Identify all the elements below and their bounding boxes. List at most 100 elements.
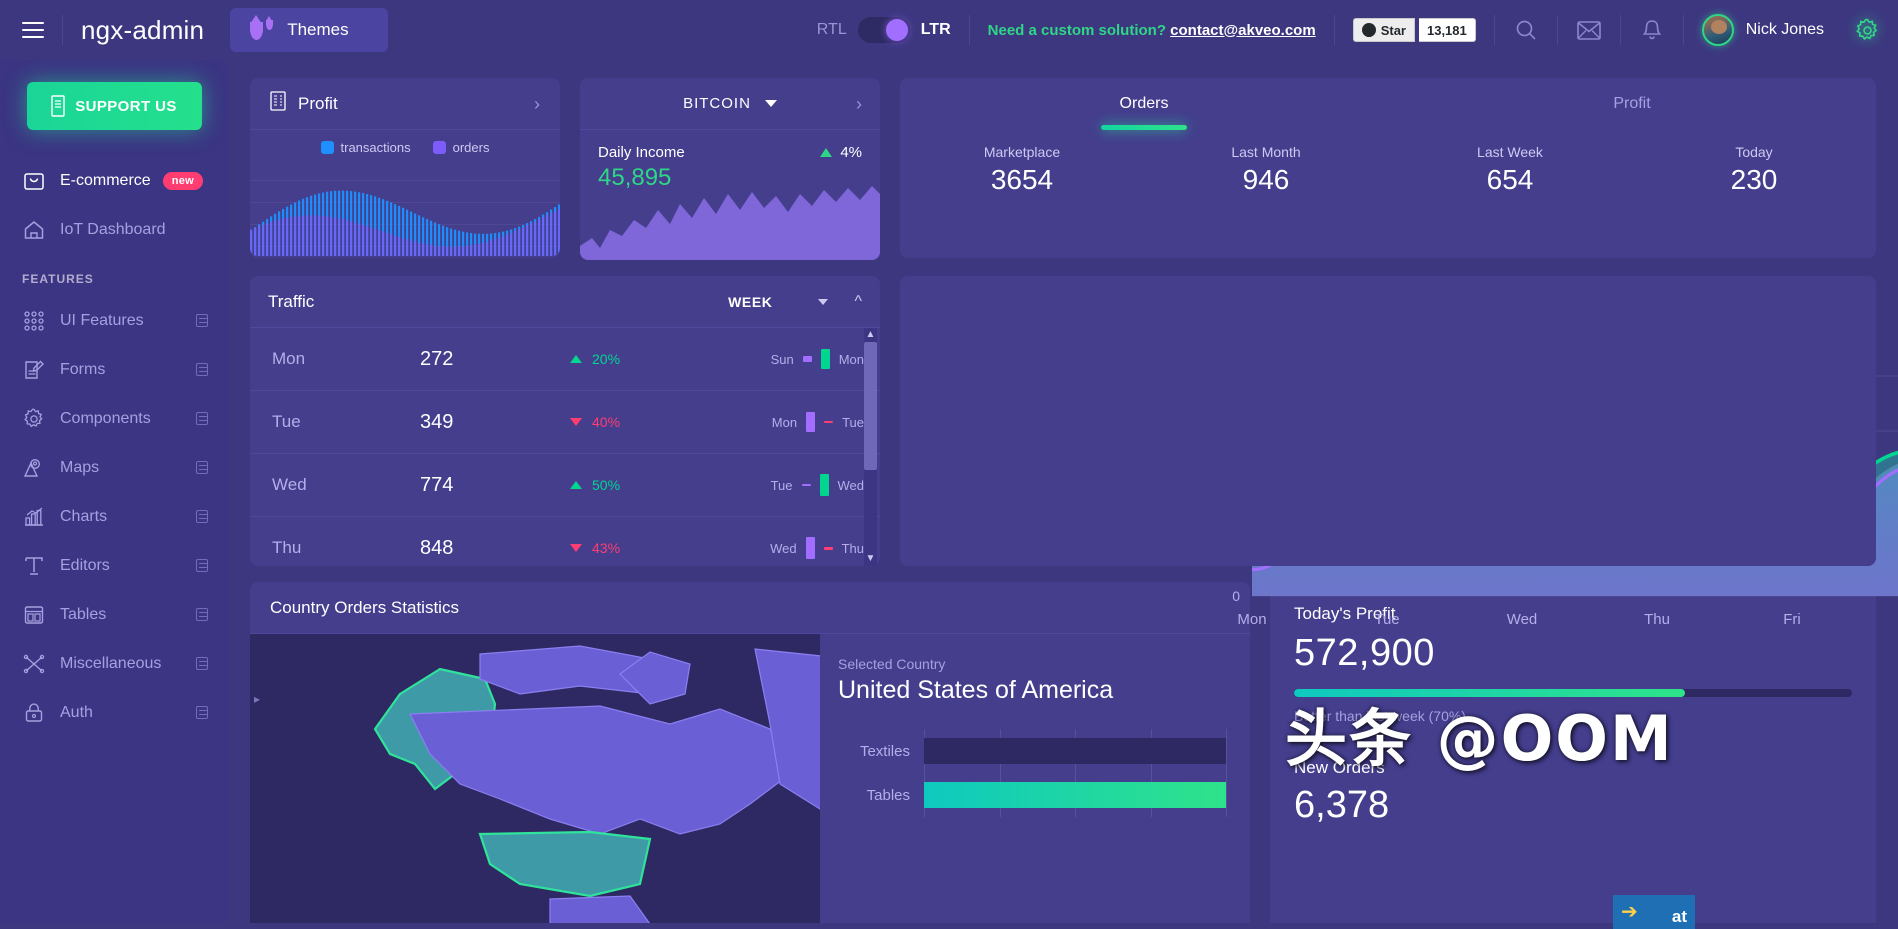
sidebar-item-ui-features[interactable]: UI Features bbox=[0, 296, 228, 345]
top-cards-row: Profit › transactions orders BITCOIN › D… bbox=[250, 78, 1876, 260]
traffic-mini-chart: Tue Wed bbox=[771, 474, 864, 496]
mail-icon[interactable] bbox=[1576, 17, 1602, 43]
progress-fill bbox=[1294, 689, 1685, 697]
expand-icon[interactable] bbox=[196, 657, 208, 670]
expand-icon[interactable] bbox=[196, 314, 208, 327]
header-divider-2 bbox=[968, 15, 970, 45]
bitcoin-delta: 4% bbox=[820, 144, 862, 161]
bar-row-textiles: Textiles bbox=[838, 729, 1226, 773]
progress-label: Better than last week (70%) bbox=[1294, 708, 1466, 724]
traffic-value: 272 bbox=[420, 347, 454, 370]
sidebar-item-e-commerce[interactable]: E-commerce new bbox=[0, 156, 228, 205]
search-icon[interactable] bbox=[1513, 17, 1539, 43]
header-divider-4 bbox=[1493, 15, 1495, 45]
legend-label: orders bbox=[452, 139, 490, 155]
expand-icon[interactable] bbox=[196, 608, 208, 621]
sidebar-item-label: Charts bbox=[60, 507, 108, 525]
bar-label: Textiles bbox=[859, 742, 910, 760]
map-pin-icon bbox=[22, 456, 46, 480]
user-name[interactable]: Nick Jones bbox=[1746, 21, 1824, 39]
orders-card: Orders Profit Marketplace 3654 Last Mont… bbox=[900, 78, 1876, 258]
chevron-right-icon[interactable]: › bbox=[534, 95, 540, 113]
tab-profit[interactable]: Profit bbox=[1388, 78, 1876, 130]
traffic-delta: 43% bbox=[570, 540, 720, 556]
traffic-value: 349 bbox=[420, 410, 454, 433]
sidebar-item-charts[interactable]: Charts bbox=[0, 492, 228, 541]
github-star-button[interactable]: Star bbox=[1352, 18, 1415, 42]
table-row[interactable]: Mon 272 20% Sun Mon bbox=[250, 328, 880, 391]
sidebar-item-components[interactable]: Components bbox=[0, 394, 228, 443]
orders-stats: Marketplace 3654 Last Month 946 Last Wee… bbox=[900, 130, 1876, 206]
tab-orders[interactable]: Orders bbox=[900, 78, 1388, 130]
sidebar-item-auth[interactable]: Auth bbox=[0, 688, 228, 737]
cursor-label: at bbox=[1671, 907, 1687, 926]
cta-text: Need a custom solution? bbox=[987, 21, 1166, 39]
traffic-scrollbar-thumb[interactable] bbox=[864, 342, 877, 470]
github-icon bbox=[1361, 23, 1376, 37]
sidebar-item-maps[interactable]: Maps bbox=[0, 443, 228, 492]
traffic-card-title: Traffic bbox=[268, 291, 315, 311]
support-us-button[interactable]: SUPPORT US bbox=[26, 82, 202, 130]
expand-icon[interactable] bbox=[196, 363, 208, 376]
table-row[interactable]: Thu 848 43% Wed Thu bbox=[250, 517, 880, 566]
rtl-label: RTL bbox=[816, 21, 847, 38]
table-row[interactable]: Tue 349 40% Mon Tue bbox=[250, 391, 880, 454]
chevron-up-icon[interactable]: ^ bbox=[854, 293, 862, 311]
country-orders-header: Country Orders Statistics bbox=[250, 582, 1250, 634]
gear-icon[interactable] bbox=[1854, 17, 1880, 43]
bell-icon[interactable] bbox=[1639, 17, 1665, 43]
expand-icon[interactable] bbox=[196, 510, 208, 523]
scroll-up-icon[interactable]: ▲ bbox=[864, 328, 877, 342]
mini-prev-label: Mon bbox=[771, 414, 798, 430]
chevron-down-icon[interactable] bbox=[764, 100, 777, 107]
expand-icon[interactable] bbox=[196, 461, 208, 474]
traffic-mini-chart: Wed Thu bbox=[770, 537, 864, 559]
sidebar-item-label: Forms bbox=[60, 360, 106, 378]
legend-orders: orders bbox=[432, 139, 490, 155]
orders-chart-card bbox=[900, 276, 1876, 566]
expand-icon[interactable] bbox=[196, 412, 208, 425]
sidebar-item-iot-dashboard[interactable]: IoT Dashboard bbox=[0, 205, 228, 254]
avatar[interactable] bbox=[1701, 14, 1734, 46]
hamburger-icon[interactable] bbox=[22, 22, 44, 38]
github-star-widget[interactable]: Star 13,181 bbox=[1352, 18, 1476, 42]
header-divider-5 bbox=[1556, 15, 1558, 45]
sidebar-item-miscellaneous[interactable]: Miscellaneous bbox=[0, 639, 228, 688]
mini-prev-label: Tue bbox=[770, 477, 793, 493]
traffic-card: Traffic WEEK ^ Mon 272 20% Sun Mon Tue 349 40% M… bbox=[250, 276, 880, 566]
gear-icon bbox=[22, 407, 46, 431]
traffic-period-label: WEEK bbox=[728, 293, 773, 310]
table-row[interactable]: Wed 774 50% Tue Wed bbox=[250, 454, 880, 517]
contact-email-link[interactable]: contact@akveo.com bbox=[1170, 22, 1316, 39]
tab-label: Orders bbox=[1119, 95, 1169, 112]
sidebar-item-label: Miscellaneous bbox=[60, 654, 162, 672]
expand-icon[interactable] bbox=[196, 706, 208, 719]
header-right: RTL LTR Need a custom solution? contact@… bbox=[817, 0, 1898, 60]
sidebar-item-forms[interactable]: Forms bbox=[0, 345, 228, 394]
traffic-delta: 20% bbox=[570, 351, 720, 367]
sidebar-item-editors[interactable]: Editors bbox=[0, 541, 228, 590]
chevron-right-icon[interactable]: › bbox=[856, 95, 862, 113]
chevron-down-icon bbox=[818, 298, 829, 305]
traffic-card-header: Traffic WEEK ^ bbox=[250, 276, 880, 328]
sidebar: SUPPORT US E-commerce new IoT Dashboard … bbox=[0, 60, 228, 923]
themes-button[interactable]: Themes bbox=[230, 8, 389, 52]
app-brand[interactable]: ngx-admin bbox=[81, 15, 204, 46]
world-map[interactable]: ▸ Selected Country United States of Amer… bbox=[250, 634, 1250, 923]
svg-text:Mon: Mon bbox=[1237, 611, 1266, 628]
expand-icon[interactable] bbox=[196, 559, 208, 572]
svg-text:0: 0 bbox=[1232, 588, 1240, 604]
header-divider-7 bbox=[1682, 15, 1684, 45]
scroll-down-icon[interactable]: ▼ bbox=[864, 552, 877, 566]
direction-toggle-group[interactable]: RTL LTR bbox=[817, 17, 951, 43]
svg-text:Tue: Tue bbox=[1374, 611, 1399, 628]
traffic-mini-chart: Mon Tue bbox=[772, 412, 864, 432]
bitcoin-sparkline-chart bbox=[580, 186, 880, 260]
sidebar-item-label: Tables bbox=[60, 605, 107, 623]
sidebar-item-tables[interactable]: Tables bbox=[0, 590, 228, 639]
direction-toggle[interactable] bbox=[857, 17, 910, 43]
bar-chart-icon bbox=[22, 505, 46, 529]
traffic-day: Mon bbox=[272, 349, 306, 368]
svg-text:Thu: Thu bbox=[1644, 611, 1670, 628]
traffic-period-select[interactable]: WEEK bbox=[728, 293, 829, 310]
